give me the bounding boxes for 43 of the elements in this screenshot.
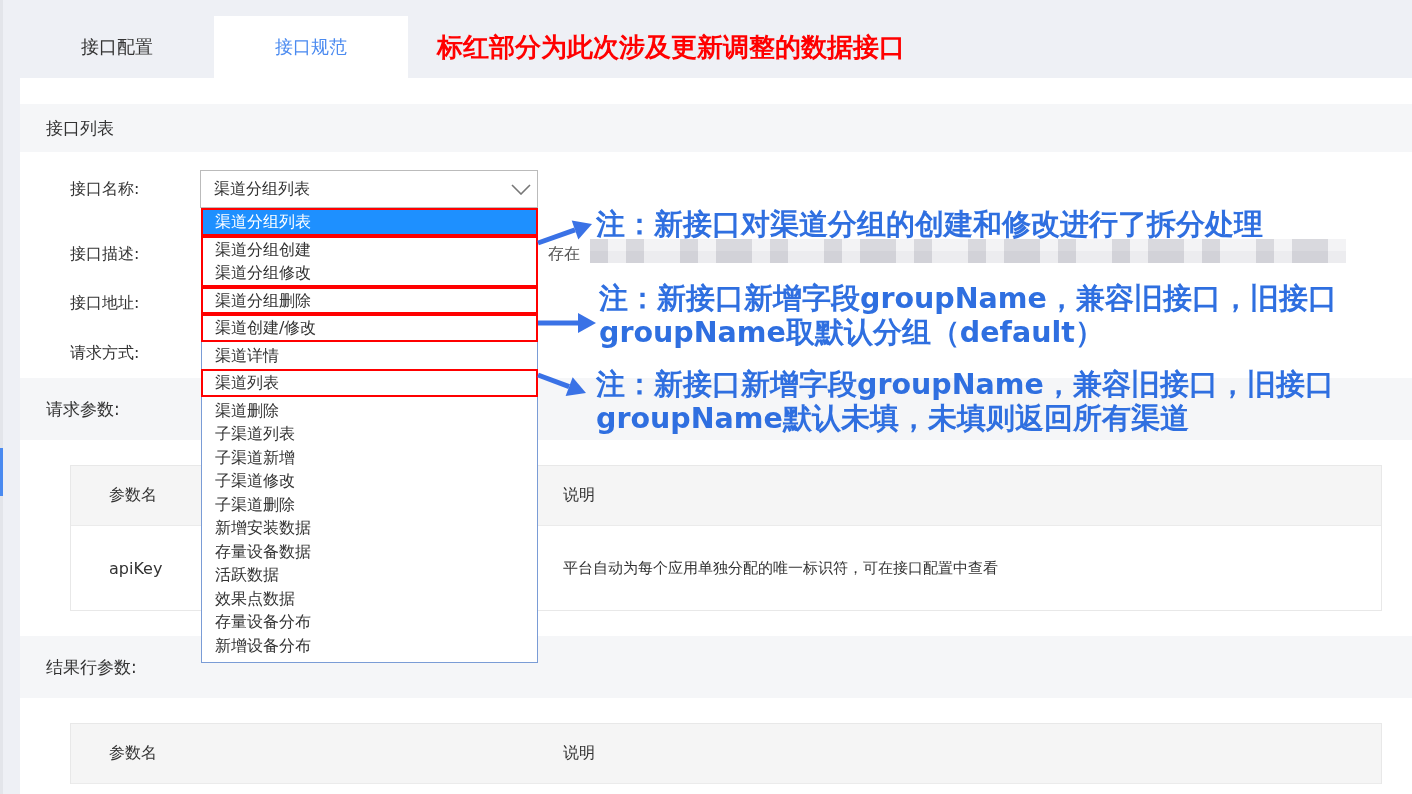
section-title: 结果行参数: <box>46 655 137 679</box>
dropdown-option[interactable]: 存量设备分布 <box>203 610 536 634</box>
annotation-text: 注：新接口对渠道分组的创建和修改进行了拆分处理 <box>596 208 1263 242</box>
dropdown-option[interactable]: 渠道分组修改 <box>203 261 536 285</box>
dropdown-option[interactable]: 存量设备数据 <box>203 539 536 563</box>
select-field[interactable]: 渠道分组列表 <box>200 170 538 208</box>
tab[interactable]: 接口配置 <box>20 16 214 78</box>
column-header: 参数名 <box>108 484 158 506</box>
tab[interactable]: 接口规范 <box>214 16 408 78</box>
column-header: 说明 <box>562 742 596 764</box>
field-label: 请求方式: <box>70 342 141 364</box>
section-title: 请求参数: <box>46 397 120 421</box>
field-label: 接口名称: <box>70 178 141 200</box>
scroll-indicator <box>0 448 3 496</box>
dropdown-option[interactable]: 子渠道列表 <box>203 422 536 446</box>
headline-text: 标红部分为此次涉及更新调整的数据接口 <box>437 30 905 64</box>
caret-icon <box>511 183 531 195</box>
dropdown-option[interactable]: 子渠道修改 <box>203 469 536 493</box>
dropdown-option[interactable]: 渠道分组删除 <box>203 288 536 312</box>
column-header: 说明 <box>562 484 596 506</box>
dropdown-option[interactable]: 渠道删除 <box>203 398 536 422</box>
dropdown-option[interactable]: 新增安装数据 <box>203 516 536 540</box>
table-cell-text: apiKey <box>108 557 164 580</box>
description-text: 存在 <box>548 244 580 263</box>
field-label: 接口描述: <box>70 243 141 265</box>
table-cell-text: 平台自动为每个应用单独分配的唯一标识符，可在接口配置中查看 <box>562 557 999 579</box>
dropdown-option[interactable]: 活跃数据 <box>203 563 536 587</box>
arrow <box>537 372 586 397</box>
column-header: 参数名 <box>108 742 158 764</box>
dropdown-option[interactable]: 新增设备分布 <box>203 633 536 657</box>
section-title: 接口列表 <box>46 116 114 140</box>
annotation-text: 注：新接口新增字段groupName，兼容旧接口，旧接口 groupName取默认分组（default） <box>599 282 1337 350</box>
dropdown-option[interactable]: 子渠道新增 <box>203 445 536 469</box>
dropdown-option[interactable]: 渠道分组创建 <box>203 237 536 261</box>
dropdown-option[interactable]: 渠道详情 <box>203 343 536 367</box>
arrow <box>537 220 592 246</box>
dropdown-option[interactable]: 渠道列表 <box>203 371 536 395</box>
annotation-text: 注：新接口新增字段groupName，兼容旧接口，旧接口 groupName默认未填，未填则返回所有渠道 <box>596 368 1334 436</box>
dropdown-option[interactable]: 子渠道删除 <box>203 492 536 516</box>
arrow <box>538 313 596 333</box>
dropdown-option[interactable]: 渠道创建/修改 <box>203 316 536 340</box>
dropdown-option[interactable]: 效果点数据 <box>203 586 536 610</box>
field-label: 接口地址: <box>70 292 141 314</box>
